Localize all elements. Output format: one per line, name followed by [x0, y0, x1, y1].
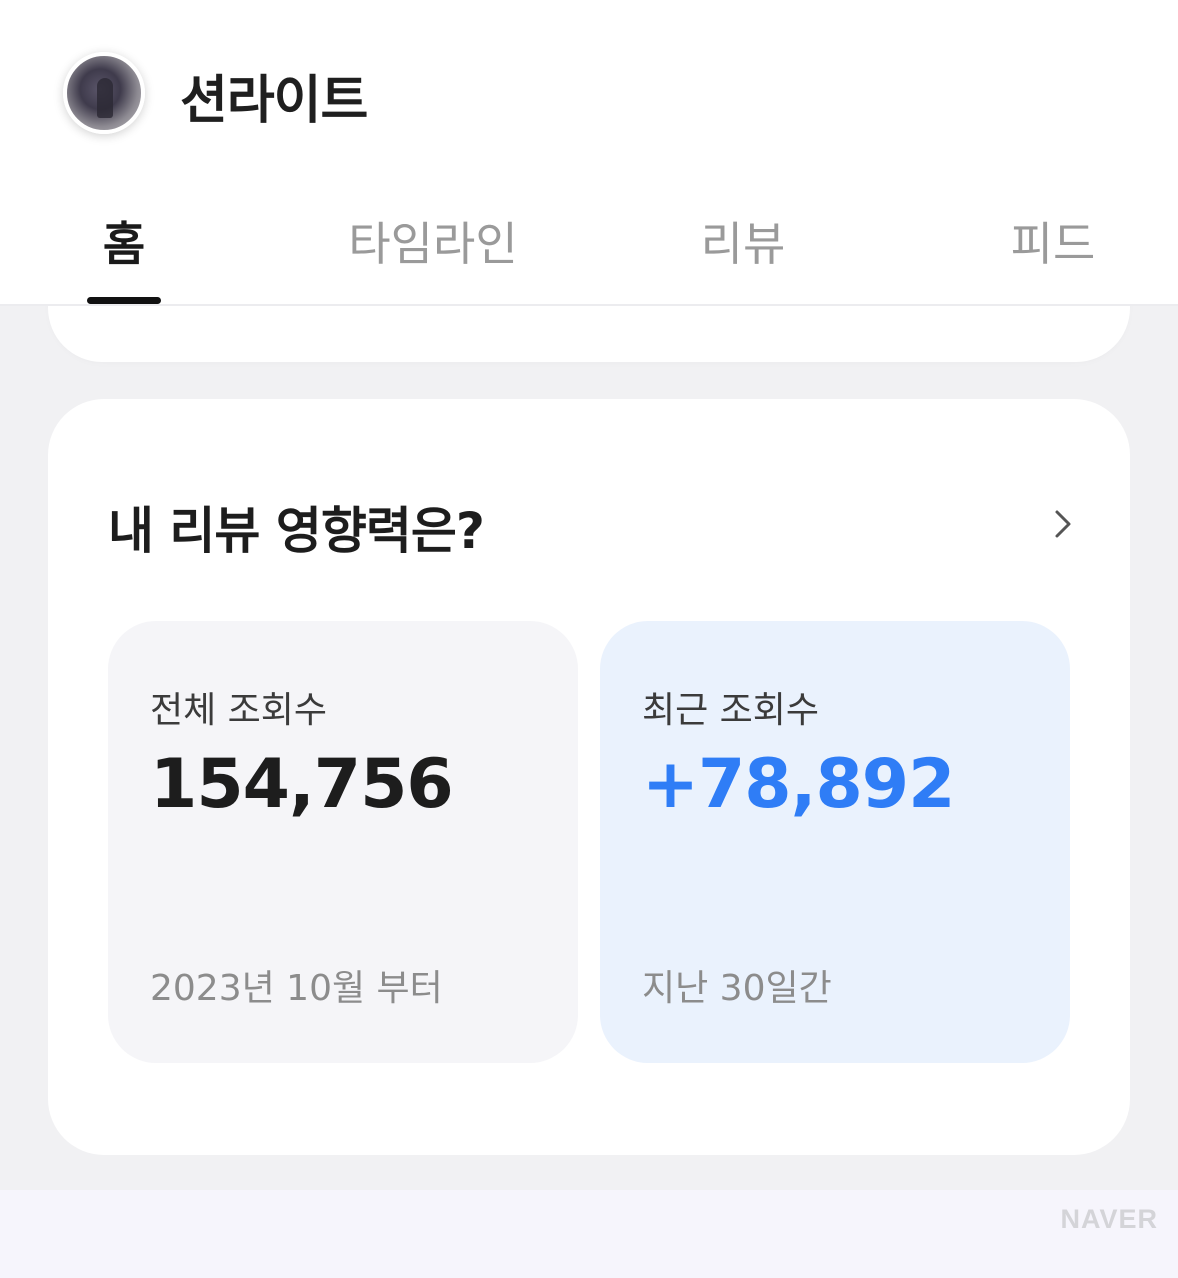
- total-views-card: 전체 조회수 154,756 2023년 10월 부터: [108, 621, 578, 1063]
- total-views-since: 2023년 10월 부터: [150, 968, 443, 1009]
- tab-home[interactable]: 홈: [103, 208, 145, 274]
- recent-views-period: 지난 30일간: [642, 968, 832, 1009]
- total-views-value: 154,756: [150, 745, 454, 824]
- total-views-label: 전체 조회수: [150, 690, 328, 731]
- active-tab-indicator: [87, 297, 161, 304]
- avatar-photo: [97, 78, 113, 118]
- tab-timeline[interactable]: 타임라인: [348, 208, 517, 274]
- review-influence-card[interactable]: 내 리뷰 영향력은? 전체 조회수 154,756 2023년 10월 부터 최…: [48, 399, 1130, 1155]
- naver-watermark: NAVER: [1060, 1204, 1158, 1234]
- profile-header: 션라이트 홈 타임라인 리뷰 피드: [0, 0, 1178, 306]
- chevron-right-icon[interactable]: [1048, 509, 1078, 539]
- recent-views-card: 최근 조회수 +78,892 지난 30일간: [600, 621, 1070, 1063]
- recent-views-value: +78,892: [642, 745, 955, 824]
- footer-strip: NAVER: [0, 1190, 1178, 1278]
- recent-views-label: 최근 조회수: [642, 690, 820, 731]
- tab-bar: 홈 타임라인 리뷰 피드: [0, 200, 1178, 304]
- tab-feed[interactable]: 피드: [1011, 208, 1096, 274]
- profile-avatar[interactable]: [63, 52, 145, 134]
- profile-name: 션라이트: [180, 71, 368, 131]
- card-title: 내 리뷰 영향력은?: [108, 502, 485, 560]
- tab-reviews[interactable]: 리뷰: [701, 208, 786, 274]
